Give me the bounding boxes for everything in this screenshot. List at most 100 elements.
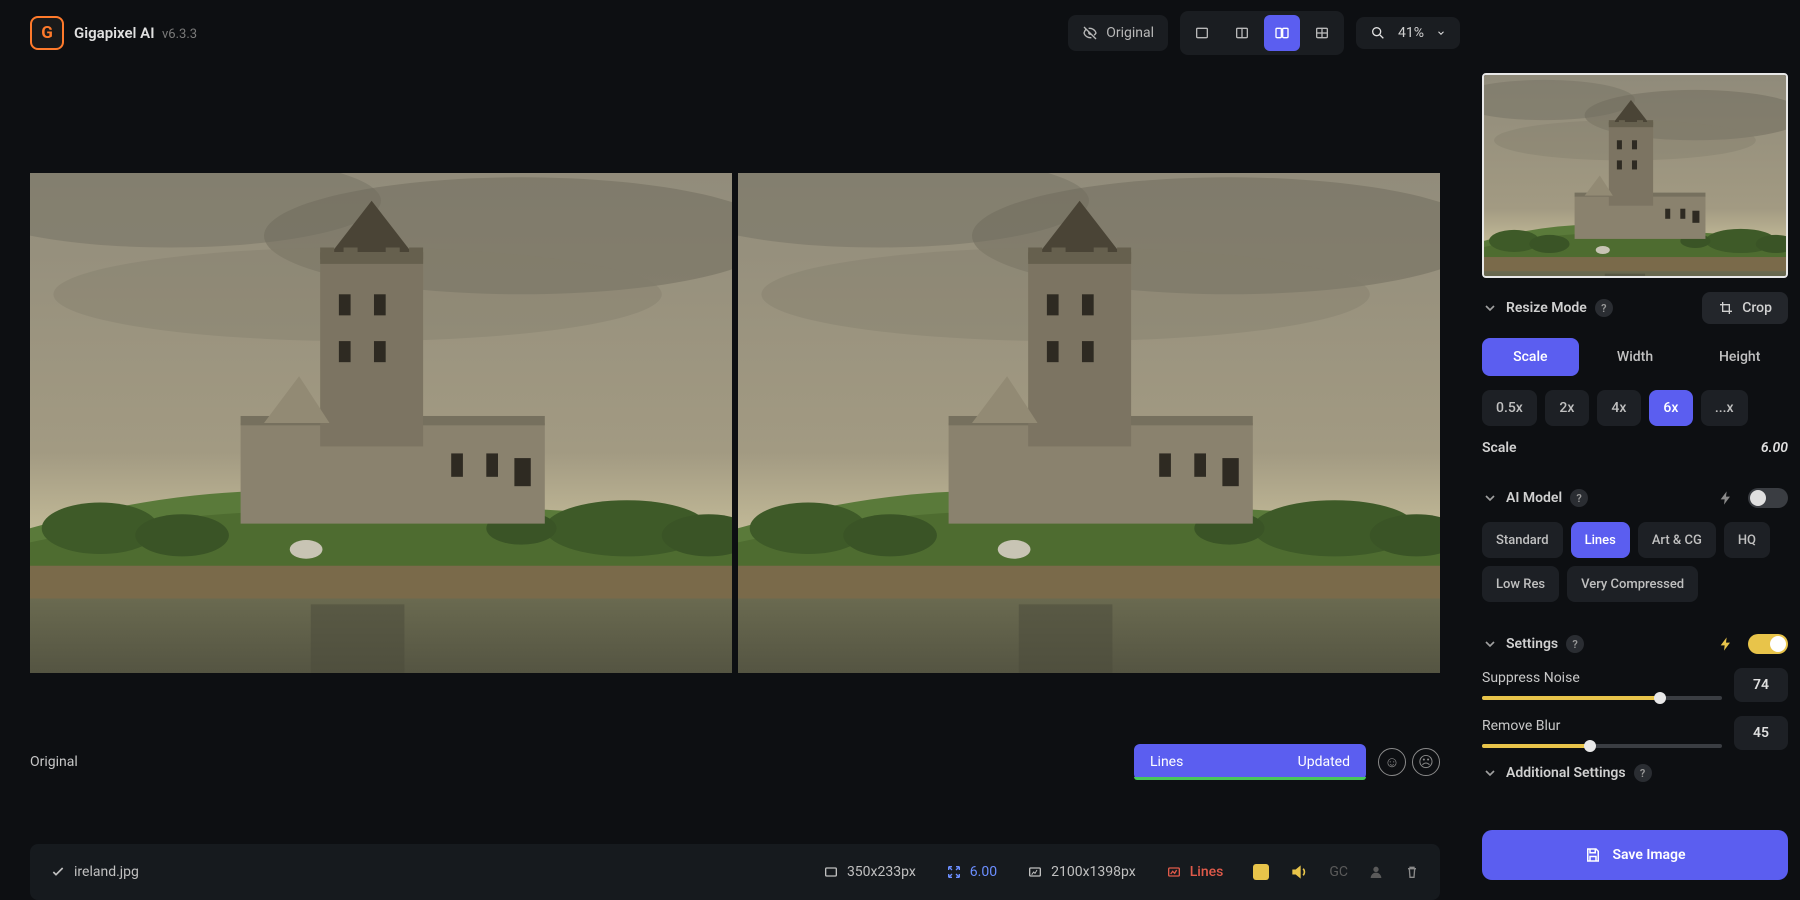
save-button[interactable]: Save Image — [1482, 830, 1788, 880]
save-label: Save Image — [1612, 847, 1685, 863]
help-icon[interactable]: ? — [1634, 764, 1652, 782]
original-preview-label: Original — [1106, 25, 1154, 41]
file-scale: 6.00 — [970, 864, 997, 880]
view-side-by-side-button[interactable] — [1264, 15, 1300, 51]
model-lines[interactable]: Lines — [1571, 522, 1630, 558]
model-auto-toggle[interactable] — [1748, 488, 1788, 508]
crop-button[interactable]: Crop — [1702, 292, 1788, 324]
app-logo-icon: G — [30, 16, 64, 50]
scale-0-5x[interactable]: 0.5x — [1482, 390, 1537, 426]
scale-key: Scale — [1482, 440, 1517, 456]
feedback-bad-button[interactable]: ☹ — [1412, 748, 1440, 776]
chevron-down-icon — [1482, 636, 1498, 652]
expand-icon — [946, 864, 962, 880]
help-icon[interactable]: ? — [1595, 299, 1613, 317]
topbar: G Gigapixel AI v6.3.3 Original 41% — [0, 0, 1800, 65]
model-hq[interactable]: HQ — [1724, 522, 1770, 558]
model-low-res[interactable]: Low Res — [1482, 566, 1559, 602]
compare-row — [30, 173, 1440, 673]
zoom-control[interactable]: 41% — [1356, 17, 1460, 49]
person-icon[interactable] — [1368, 864, 1384, 880]
model-options: Standard Lines Art & CG HQ Low Res Very … — [1482, 522, 1788, 602]
dimensions-out-icon — [1027, 864, 1043, 880]
resize-section-header[interactable]: Resize Mode ? Crop — [1482, 292, 1788, 324]
brand: G Gigapixel AI v6.3.3 — [30, 16, 197, 50]
compare-labels: Original Lines Updated ☺ ☹ — [30, 743, 1440, 781]
original-preview-button[interactable]: Original — [1068, 15, 1168, 51]
mode-width[interactable]: Width — [1587, 338, 1684, 376]
filebar: ireland.jpg 350x233px 6.00 2100x1398px L… — [30, 844, 1440, 900]
thumbnail-navigator[interactable] — [1482, 73, 1788, 278]
updated-pill[interactable]: Lines Updated — [1134, 744, 1366, 780]
app-title: Gigapixel AI — [74, 24, 155, 42]
chevron-down-icon — [1482, 490, 1498, 506]
model-standard[interactable]: Standard — [1482, 522, 1563, 558]
view-single-button[interactable] — [1184, 15, 1220, 51]
scale-6x[interactable]: 6x — [1649, 390, 1693, 426]
file-model: Lines — [1190, 864, 1224, 880]
help-icon[interactable]: ? — [1570, 489, 1588, 507]
additional-section-header[interactable]: Additional Settings ? — [1482, 764, 1788, 782]
model-very-compressed[interactable]: Very Compressed — [1567, 566, 1698, 602]
chevron-down-icon — [1482, 300, 1498, 316]
app-version: v6.3.3 — [162, 27, 197, 42]
remove-blur-label: Remove Blur — [1482, 718, 1560, 734]
resize-mode-segment: Scale Width Height — [1482, 338, 1788, 376]
gc-label: GC — [1329, 864, 1348, 880]
feedback-good-button[interactable]: ☺ — [1378, 748, 1406, 776]
trash-icon[interactable] — [1404, 864, 1420, 880]
sound-icon[interactable] — [1289, 862, 1309, 882]
file-item[interactable]: ireland.jpg — [50, 864, 139, 880]
zoom-value: 41% — [1398, 25, 1424, 41]
additional-title: Additional Settings — [1506, 765, 1626, 781]
model-section-header[interactable]: AI Model ? — [1482, 488, 1788, 508]
model-icon — [1166, 864, 1182, 880]
input-dimensions: 350x233px — [847, 864, 916, 880]
suppress-noise-slider: Suppress Noise 74 — [1482, 668, 1788, 702]
output-dimensions: 2100x1398px — [1051, 864, 1136, 880]
view-split-vertical-button[interactable] — [1224, 15, 1260, 51]
check-icon — [50, 864, 66, 880]
scale-4x[interactable]: 4x — [1597, 390, 1641, 426]
canvas-area: Original Lines Updated ☺ ☹ ireland.jpg 3… — [0, 65, 1470, 900]
resize-title: Resize Mode — [1506, 300, 1587, 316]
original-pane[interactable] — [30, 173, 732, 673]
scale-value: 6.00 — [1761, 440, 1788, 456]
remove-blur-track[interactable] — [1482, 744, 1722, 748]
chevron-down-icon — [1482, 765, 1498, 781]
help-icon[interactable]: ? — [1566, 635, 1584, 653]
scale-2x[interactable]: 2x — [1545, 390, 1589, 426]
save-icon — [1584, 846, 1602, 864]
scale-value-row: Scale 6.00 — [1482, 440, 1788, 456]
model-art-cg[interactable]: Art & CG — [1638, 522, 1716, 558]
mode-scale[interactable]: Scale — [1482, 338, 1579, 376]
suppress-noise-track[interactable] — [1482, 696, 1722, 700]
topbar-controls: Original 41% — [1068, 11, 1460, 55]
settings-section-header[interactable]: Settings ? — [1482, 634, 1788, 654]
dimensions-in-icon — [823, 864, 839, 880]
bolt-icon — [1718, 490, 1734, 506]
updated-pane[interactable] — [738, 173, 1440, 673]
crop-icon — [1718, 300, 1734, 316]
view-mode-group — [1180, 11, 1344, 55]
settings-title: Settings — [1506, 636, 1558, 652]
color-swatch-icon[interactable] — [1253, 864, 1269, 880]
settings-auto-toggle[interactable] — [1748, 634, 1788, 654]
remove-blur-slider: Remove Blur 45 — [1482, 716, 1788, 750]
chevron-down-icon — [1436, 28, 1446, 38]
crop-label: Crop — [1742, 300, 1772, 316]
scale-presets: 0.5x 2x 4x 6x ...x — [1482, 390, 1788, 426]
suppress-noise-label: Suppress Noise — [1482, 670, 1580, 686]
updated-label: Updated — [1298, 754, 1350, 770]
mode-height[interactable]: Height — [1691, 338, 1788, 376]
bolt-icon — [1718, 636, 1734, 652]
filename: ireland.jpg — [74, 864, 139, 880]
updated-model-label: Lines — [1150, 754, 1183, 770]
feedback-icons: ☺ ☹ — [1378, 748, 1440, 776]
eye-off-icon — [1082, 25, 1098, 41]
remove-blur-value[interactable]: 45 — [1734, 716, 1788, 750]
magnifier-icon — [1370, 25, 1386, 41]
suppress-noise-value[interactable]: 74 — [1734, 668, 1788, 702]
scale-custom[interactable]: ...x — [1701, 390, 1748, 426]
view-grid-button[interactable] — [1304, 15, 1340, 51]
